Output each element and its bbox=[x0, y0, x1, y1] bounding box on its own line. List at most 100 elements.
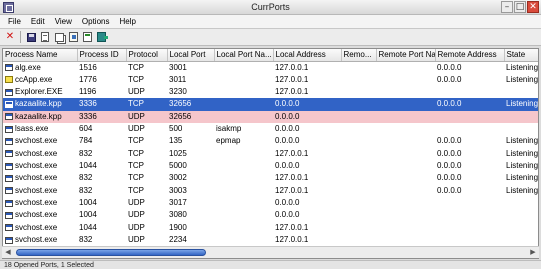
title-bar[interactable]: CurrPorts – □ ✕ bbox=[0, 0, 541, 15]
cell-protocol: TCP bbox=[128, 62, 144, 72]
col-header-remote-port[interactable]: Remo... bbox=[341, 49, 377, 62]
table-row[interactable]: alg.exe 1516 TCP 3001 127.0.0.1 0.0.0.0 Listen… bbox=[3, 61, 538, 74]
cell-remote-port bbox=[341, 135, 376, 147]
process-window-icon bbox=[5, 113, 13, 121]
html-report-icon bbox=[82, 32, 92, 42]
menu-options[interactable]: Options bbox=[77, 17, 115, 26]
cell-remote-port bbox=[341, 222, 376, 234]
cell-state bbox=[504, 86, 538, 98]
cell-remote-port-name bbox=[376, 61, 435, 74]
cell-process-name: svchost.exe bbox=[3, 234, 77, 246]
table-row[interactable]: lsass.exe 604 UDP 500 isakmp 0.0.0.0 bbox=[3, 123, 538, 135]
cell-state bbox=[504, 110, 538, 123]
cell-state: Listening bbox=[506, 136, 539, 146]
cell-local-port-name bbox=[214, 197, 273, 209]
col-header-local-port-name[interactable]: Local Port Na... bbox=[214, 49, 274, 62]
col-header-process-id[interactable]: Process ID bbox=[77, 49, 127, 62]
cell-process-name: svchost.exe bbox=[3, 148, 77, 160]
cell-local-address: 127.0.0.1 bbox=[275, 222, 309, 232]
table-row[interactable]: svchost.exe 1044 TCP 5000 0.0.0.0 0.0.0.0 List… bbox=[3, 160, 538, 172]
table-row[interactable]: svchost.exe 1044 UDP 1900 127.0.0.1 bbox=[3, 222, 538, 234]
process-window-icon bbox=[5, 174, 13, 182]
cell-local-port-name bbox=[214, 61, 273, 74]
cell-state bbox=[504, 123, 538, 135]
menu-help[interactable]: Help bbox=[114, 17, 140, 26]
table-row[interactable]: Explorer.EXE 1196 UDP 3230 127.0.0.1 bbox=[3, 86, 538, 98]
table-row[interactable]: svchost.exe 832 TCP 3002 127.0.0.1 0.0.0.0 Lis… bbox=[3, 172, 539, 184]
process-name-label: kazaalite.kpp bbox=[15, 99, 62, 109]
table-row[interactable]: svchost.exe 832 TCP 1025 127.0.0.1 0.0.0.0 Lis… bbox=[3, 148, 538, 160]
maximize-button[interactable]: □ bbox=[514, 1, 526, 13]
cell-process-name: svchost.exe bbox=[3, 185, 77, 197]
cell-remote-port bbox=[341, 74, 376, 86]
cell-remote-address: 0.0.0.0 bbox=[437, 136, 462, 146]
minimize-button[interactable]: – bbox=[501, 1, 513, 13]
process-name-label: svchost.exe bbox=[15, 161, 58, 171]
cell-local-port: 2234 bbox=[169, 235, 187, 245]
report-button[interactable] bbox=[39, 31, 51, 43]
cell-remote-address: 0.0.0.0 bbox=[437, 161, 462, 171]
table-row[interactable]: kazaalite.kpp 3336 TCP 32656 0.0.0.0 0.0.0.0 L… bbox=[3, 98, 538, 111]
menu-file[interactable]: File bbox=[3, 17, 26, 26]
col-header-process-name[interactable]: Process Name bbox=[3, 49, 78, 62]
table-row[interactable]: ccApp.exe 1776 TCP 3011 127.0.0.1 0.0.0.0 List… bbox=[3, 74, 538, 86]
process-window-icon bbox=[5, 187, 13, 195]
col-header-state[interactable]: State bbox=[504, 49, 538, 62]
horizontal-scrollbar[interactable]: ◀ ▶ bbox=[2, 246, 539, 258]
report-icon bbox=[41, 32, 49, 42]
cell-protocol: TCP bbox=[128, 173, 144, 183]
scroll-left-icon[interactable]: ◀ bbox=[2, 247, 14, 258]
cell-state: Listening bbox=[504, 98, 538, 111]
exit-button[interactable] bbox=[95, 31, 108, 43]
cell-remote-address: 0.0.0.0 bbox=[437, 74, 462, 84]
close-window-button[interactable]: ✕ bbox=[527, 1, 539, 13]
col-header-local-port[interactable]: Local Port bbox=[167, 49, 215, 62]
properties-button[interactable] bbox=[67, 31, 79, 43]
copy-icon bbox=[54, 32, 64, 42]
cell-protocol: UDP bbox=[128, 87, 145, 97]
table-row[interactable]: svchost.exe 832 TCP 3003 127.0.0.1 0.0.0.0 Lis… bbox=[3, 185, 538, 197]
cell-local-port-name: epmap bbox=[216, 136, 241, 146]
process-window-icon bbox=[5, 236, 13, 244]
cell-local-port: 1025 bbox=[169, 148, 187, 158]
process-window-icon bbox=[5, 150, 13, 158]
toolbar: ✕ bbox=[0, 29, 541, 46]
table-row[interactable]: kazaalite.kpp 3336 UDP 32656 0.0.0.0 bbox=[3, 110, 538, 123]
cell-remote-port-name bbox=[376, 197, 435, 209]
cell-state: Listening bbox=[506, 173, 539, 183]
cell-local-port: 3001 bbox=[169, 62, 187, 72]
table-row[interactable]: svchost.exe 1004 UDP 3080 0.0.0.0 bbox=[3, 209, 538, 221]
col-header-remote-port-name[interactable]: Remote Port Name bbox=[376, 49, 436, 62]
copy-button[interactable] bbox=[53, 31, 65, 43]
cell-local-port: 32656 bbox=[167, 110, 214, 123]
cell-protocol: UDP bbox=[128, 124, 145, 134]
scroll-right-icon[interactable]: ▶ bbox=[527, 247, 539, 258]
cell-remote-port bbox=[341, 160, 376, 172]
close-connection-button[interactable]: ✕ bbox=[4, 31, 16, 43]
save-button[interactable] bbox=[25, 31, 37, 43]
window-title: CurrPorts bbox=[251, 2, 290, 12]
cell-remote-port-name bbox=[376, 86, 435, 98]
process-name-label: ccApp.exe bbox=[15, 74, 53, 84]
process-name-label: Explorer.EXE bbox=[15, 87, 63, 97]
table-row[interactable]: svchost.exe 1004 UDP 3017 0.0.0.0 bbox=[3, 197, 538, 209]
cell-process-id: 3336 bbox=[77, 98, 126, 111]
col-header-local-address[interactable]: Local Address bbox=[273, 49, 342, 62]
cell-local-port: 32656 bbox=[167, 98, 214, 111]
cell-remote-port bbox=[341, 110, 376, 123]
html-report-button[interactable] bbox=[81, 31, 93, 43]
table-row[interactable]: svchost.exe 832 UDP 2234 127.0.0.1 bbox=[3, 234, 538, 246]
ports-list[interactable]: Process Name Process ID Protocol Local P… bbox=[2, 48, 539, 259]
application-icon bbox=[5, 76, 13, 84]
cell-local-port: 3230 bbox=[169, 87, 187, 97]
col-header-protocol[interactable]: Protocol bbox=[126, 49, 168, 62]
col-header-remote-address[interactable]: Remote Address bbox=[435, 49, 505, 62]
cell-remote-port bbox=[341, 86, 376, 98]
cell-remote-port-name bbox=[376, 185, 435, 197]
cell-protocol: UDP bbox=[128, 210, 145, 220]
menu-edit[interactable]: Edit bbox=[26, 17, 50, 26]
table-row[interactable]: svchost.exe 784 TCP 135 epmap 0.0.0.0 0.0.0.0 L… bbox=[3, 135, 539, 147]
menu-view[interactable]: View bbox=[50, 17, 77, 26]
scrollbar-thumb[interactable] bbox=[16, 249, 206, 256]
cell-state bbox=[504, 209, 538, 221]
